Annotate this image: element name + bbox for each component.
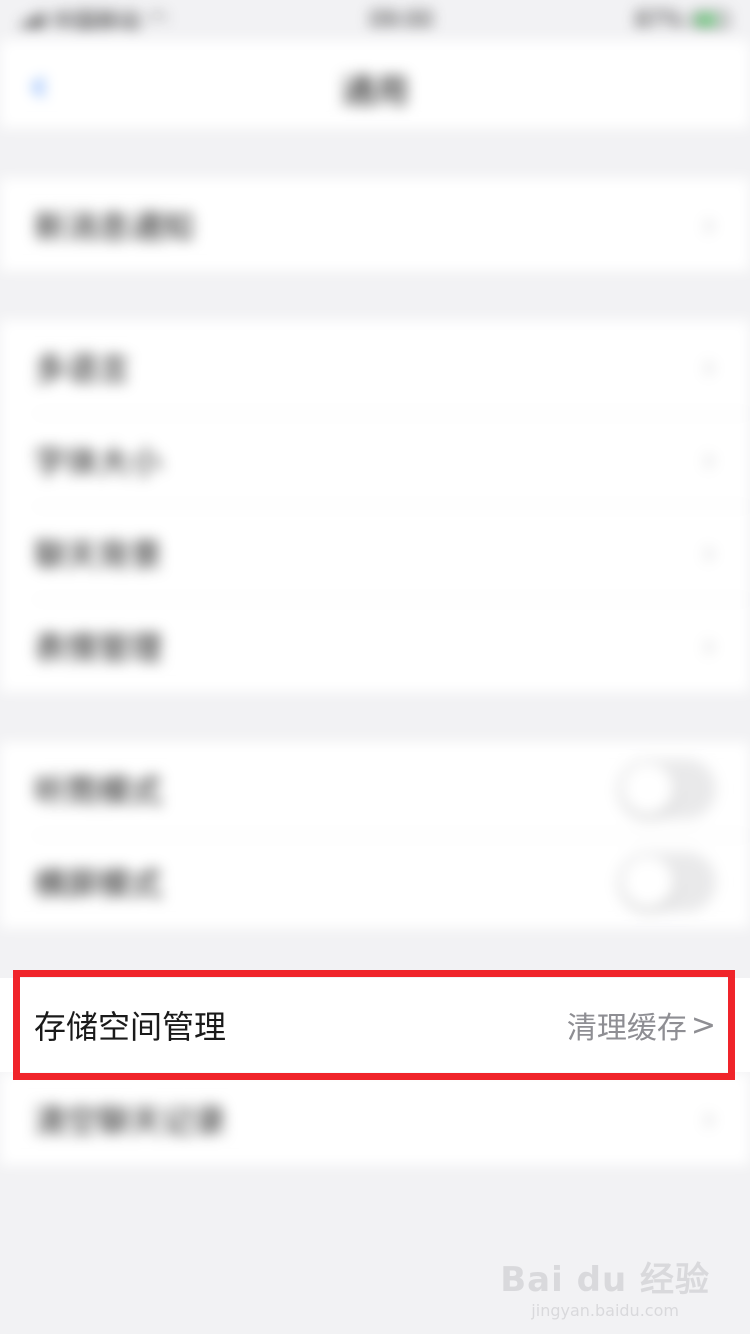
settings-group-history: 清空聊天记录 › — [0, 1072, 750, 1165]
settings-row: 横屏模式 — [0, 835, 750, 928]
settings-row-label: 多语言 — [34, 349, 131, 388]
clear-cache-label: 清理缓存 — [566, 1011, 687, 1046]
settings-row-label: 字体大小 — [34, 442, 163, 481]
chevron-right-icon: › — [702, 1098, 716, 1139]
settings-group-modes: 听筒模式 横屏模式 — [0, 742, 750, 928]
storage-management-label: 存储空间管理 — [34, 1008, 227, 1046]
wifi-icon: ◠ — [148, 7, 168, 33]
settings-row-label: 新消息通知 — [34, 207, 195, 246]
settings-row-label: 聊天背景 — [34, 535, 163, 574]
toggle-switch[interactable] — [618, 758, 716, 819]
status-bar: 中国移动 ◠ 09:00 87% — [0, 0, 750, 40]
battery-percent: 87% — [635, 7, 684, 33]
settings-row[interactable]: 清空聊天记录 › — [0, 1072, 750, 1165]
signal-icon — [22, 12, 44, 28]
chevron-right-icon: › — [702, 204, 716, 245]
watermark-logo: Bai du 经验 — [500, 1260, 710, 1300]
settings-row-label: 表情管理 — [34, 628, 163, 667]
watermark: Bai du 经验 jingyan.baidu.com — [500, 1252, 710, 1320]
page-title: 通用 — [341, 72, 409, 112]
chevron-right-icon: › — [702, 439, 716, 480]
chevron-right-icon: › — [702, 346, 716, 387]
battery-icon — [692, 12, 728, 28]
settings-row-label: 听筒模式 — [34, 771, 163, 810]
settings-row[interactable]: 多语言 › — [0, 320, 750, 413]
status-time: 09:00 — [369, 7, 433, 33]
settings-row[interactable]: 表情管理 › — [0, 599, 750, 692]
storage-management-row[interactable]: 存储空间管理 清理缓存 > — [0, 978, 750, 1072]
settings-row-label: 横屏模式 — [34, 864, 163, 903]
chevron-right-icon: › — [702, 532, 716, 573]
settings-row-label: 清空聊天记录 — [34, 1101, 227, 1140]
settings-group-display: 多语言 › 字体大小 › 聊天背景 › 表情管理 › — [0, 320, 750, 692]
toggle-switch[interactable] — [618, 851, 716, 912]
carrier-label: 中国移动 — [52, 10, 141, 35]
watermark-url: jingyan.baidu.com — [531, 1301, 679, 1320]
chevron-right-icon: › — [702, 625, 716, 666]
settings-row[interactable]: 新消息通知 › — [0, 178, 750, 271]
chevron-right-icon: > — [690, 1007, 716, 1043]
settings-group-notifications: 新消息通知 › — [0, 178, 750, 271]
settings-row[interactable]: 聊天背景 › — [0, 506, 750, 599]
settings-row[interactable]: 字体大小 › — [0, 413, 750, 506]
settings-row: 听筒模式 — [0, 742, 750, 835]
navigation-bar: ‹ 通用 — [0, 40, 750, 128]
